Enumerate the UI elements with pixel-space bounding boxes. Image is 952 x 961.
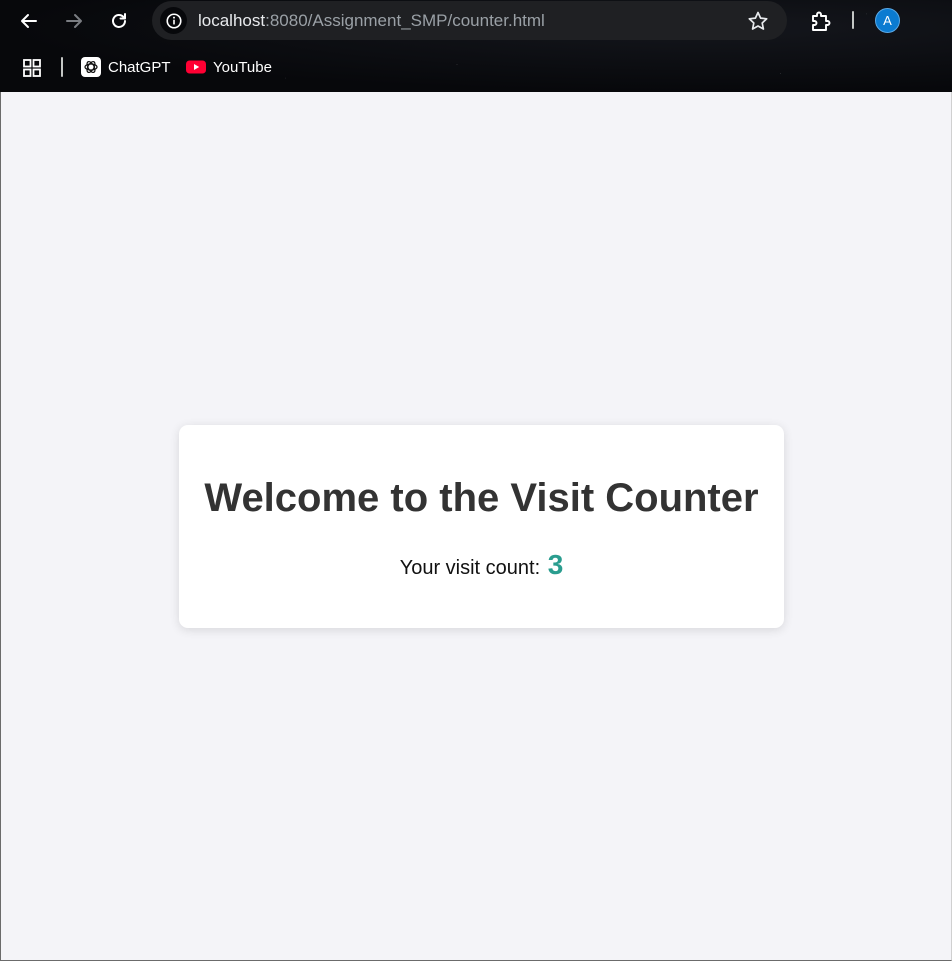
- profile-avatar[interactable]: A: [875, 8, 900, 33]
- bookmarks-bar: ChatGPT YouTube: [0, 44, 952, 90]
- visit-counter-card: Welcome to the Visit Counter Your visit …: [179, 425, 784, 628]
- visit-count-label: Your visit count:: [399, 557, 541, 579]
- bookmark-youtube[interactable]: YouTube: [186, 55, 272, 79]
- star-icon: [748, 11, 768, 30]
- puzzle-icon: [812, 11, 831, 31]
- back-button[interactable]: [14, 6, 44, 36]
- youtube-icon: [186, 57, 206, 77]
- apps-button[interactable]: [20, 56, 44, 80]
- page-title: Welcome to the Visit Counter: [204, 476, 759, 520]
- url-host: localhost: [198, 11, 266, 30]
- browser-chrome: localhost:8080/Assignment_SMP/counter.ht…: [0, 0, 952, 92]
- page-viewport: Welcome to the Visit Counter Your visit …: [0, 92, 952, 961]
- bookmark-chatgpt[interactable]: ChatGPT: [81, 55, 171, 79]
- url-path: :8080/Assignment_SMP/counter.html: [265, 11, 545, 30]
- extensions-button[interactable]: [808, 8, 834, 34]
- reload-icon: [112, 13, 126, 28]
- info-icon: [165, 12, 182, 29]
- arrow-right-icon: [66, 14, 82, 28]
- site-info-button[interactable]: [160, 7, 187, 34]
- bookmarks-divider: [61, 57, 63, 77]
- address-bar[interactable]: localhost:8080/Assignment_SMP/counter.ht…: [152, 1, 787, 40]
- bookmark-label: ChatGPT: [108, 58, 171, 76]
- url-text[interactable]: localhost:8080/Assignment_SMP/counter.ht…: [198, 11, 545, 31]
- arrow-left-icon: [21, 14, 37, 28]
- visit-count-line: Your visit count: 3: [179, 549, 784, 581]
- toolbar-divider: [852, 11, 854, 29]
- bookmark-star-button[interactable]: [747, 10, 769, 32]
- chatgpt-icon: [81, 57, 101, 77]
- reload-button[interactable]: [104, 6, 134, 36]
- forward-button[interactable]: [59, 6, 89, 36]
- visit-count-value: 3: [547, 549, 564, 580]
- browser-toolbar: localhost:8080/Assignment_SMP/counter.ht…: [0, 0, 952, 42]
- bookmark-label: YouTube: [213, 58, 272, 76]
- apps-grid-icon: [23, 59, 41, 77]
